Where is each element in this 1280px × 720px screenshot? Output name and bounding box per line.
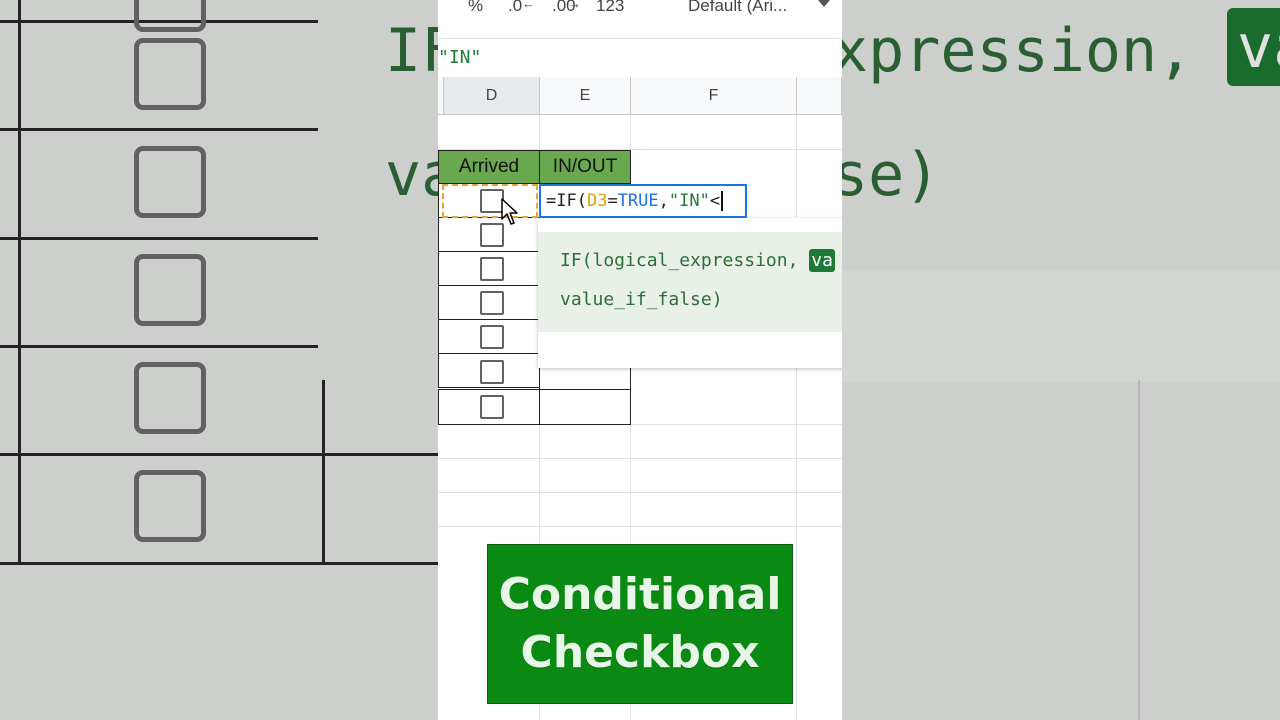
referenced-cell-highlight (442, 184, 538, 218)
left-arrow-icon: ← (522, 0, 535, 11)
formula-token-reference: D3 (586, 191, 608, 211)
header-cell-arrived[interactable]: Arrived (438, 150, 540, 184)
bg-formula-text: se) (842, 140, 941, 210)
bg-grid-line (1138, 380, 1140, 720)
formula-token-boolean: TRUE (617, 191, 659, 211)
right-arrow-icon: → (568, 0, 581, 11)
mouse-pointer-icon (501, 198, 518, 225)
column-header-d[interactable]: D (444, 77, 540, 115)
checkbox[interactable] (480, 395, 504, 419)
formula-signature-line-2: value_if_false) (560, 289, 723, 310)
grid-line (438, 458, 842, 459)
formula-token-function: =IF( (546, 191, 587, 211)
text-cursor (721, 191, 724, 211)
bg-grid-line (0, 237, 318, 240)
formula-token-separator: , (658, 191, 669, 211)
decrease-decimal-button[interactable]: .0 (508, 0, 522, 16)
font-select[interactable]: Default (Ari... (688, 0, 787, 16)
spreadsheet-view: % .0 ← .00 → 123 Default (Ari... "IN" D … (438, 0, 842, 720)
column-header-g[interactable] (797, 77, 842, 115)
bg-checkbox (134, 470, 206, 542)
background-right: xpression, va se) (842, 0, 1280, 720)
bg-checkbox (134, 38, 206, 110)
title-banner: Conditional Checkbox (487, 544, 793, 704)
bg-checkbox (134, 146, 206, 218)
bg-grid-line (0, 345, 318, 348)
bg-grid-line (0, 453, 438, 456)
bg-checkbox (134, 0, 206, 32)
grid-line (796, 115, 797, 720)
background-left: IF va (0, 0, 438, 720)
bg-grid-line (322, 380, 325, 565)
table-cell-e[interactable] (539, 389, 631, 425)
cell-formula-editor[interactable]: =IF(D3=TRUE,"IN"< (539, 184, 747, 218)
formula-token-string: "IN" (668, 191, 710, 211)
bg-formula-text: xpression, (842, 16, 1194, 86)
checkbox[interactable] (480, 291, 504, 315)
format-toolbar: % .0 ← .00 → 123 Default (Ari... (438, 0, 842, 22)
banner-line-2: Checkbox (520, 627, 760, 678)
formula-help-tooltip: IF(logical_expression, va value_if_false… (538, 218, 842, 368)
bg-formula-text: IF (385, 16, 438, 86)
number-format-label: 123 (596, 0, 625, 15)
bg-checkbox (134, 362, 206, 434)
header-cell-in-out[interactable]: IN/OUT (539, 150, 631, 184)
number-format-button[interactable]: 123 (596, 0, 624, 16)
signature-active-argument: va (809, 249, 835, 272)
formula-token-operator: = (607, 191, 618, 211)
grid-line (438, 526, 842, 527)
font-select-label: Default (Ari... (688, 0, 788, 15)
bg-checkbox (134, 254, 206, 326)
bg-formula-badge: va (1227, 8, 1280, 86)
signature-text: IF(logical_expression, (560, 250, 810, 271)
bg-tooltip-shadow (842, 270, 1280, 382)
bg-grid-line (18, 0, 21, 565)
bg-formula-text: va (385, 140, 438, 210)
checkbox[interactable] (480, 223, 504, 247)
bg-grid-line (0, 562, 438, 565)
column-header-e[interactable]: E (540, 77, 631, 115)
checkbox[interactable] (480, 360, 504, 384)
bg-grid-line (0, 128, 318, 131)
formula-signature-line-1: IF(logical_expression, va (560, 249, 835, 272)
formula-token-operator: < (709, 191, 721, 211)
column-header-f[interactable]: F (631, 77, 797, 115)
formula-bar-value: "IN" (438, 47, 482, 68)
grid-line (438, 492, 842, 493)
banner-line-1: Conditional (498, 569, 782, 620)
checkbox[interactable] (480, 325, 504, 349)
formula-bar[interactable]: "IN" (438, 38, 842, 78)
percent-format-button[interactable]: % (468, 0, 483, 16)
checkbox[interactable] (480, 257, 504, 281)
formula-signature-panel: IF(logical_expression, va value_if_false… (538, 232, 842, 332)
